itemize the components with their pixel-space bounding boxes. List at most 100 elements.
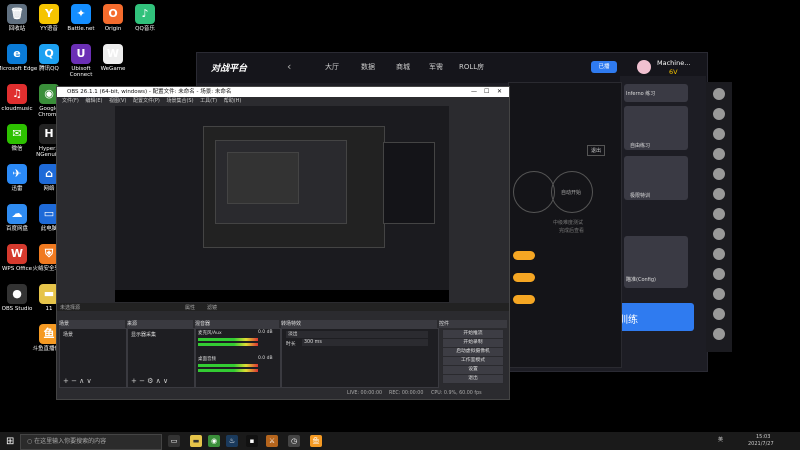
exit-button[interactable]: 退出	[442, 374, 504, 384]
controls-dock-header: 控件	[439, 320, 507, 328]
nested-tool-window	[383, 142, 435, 224]
obs-statusbar: LIVE: 00:00:00 REC: 00:00:00 CPU: 0.9%, …	[57, 389, 509, 399]
obs-preview[interactable]	[115, 106, 449, 302]
mixer-desktop-db: 0.0 dB	[258, 356, 273, 361]
broadcast-button[interactable]: 已播	[591, 61, 617, 73]
menu-view[interactable]: 视图(V)	[109, 98, 126, 104]
desktop-icon-label: QQ音乐	[135, 26, 155, 32]
mixer-desktop-label: 桌面音频	[198, 357, 216, 362]
nav-hall[interactable]: 大厅	[325, 62, 339, 72]
app-icon: ✦	[71, 4, 91, 24]
menu-file[interactable]: 文件(F)	[62, 98, 79, 104]
friend-avatar[interactable]	[713, 308, 725, 320]
friend-avatar[interactable]	[713, 248, 725, 260]
app-icon: ☁	[7, 204, 27, 224]
task-view-icon[interactable]: ▭	[168, 435, 180, 447]
transitions-dock: 淡出 时长 300 ms	[281, 328, 439, 388]
desktop-icon[interactable]: ♪ QQ音乐	[124, 4, 166, 32]
desktop-icon-label: WeGame	[100, 66, 126, 72]
chrome-icon[interactable]: ◉	[208, 435, 220, 447]
language-indicator[interactable]: 英	[718, 436, 723, 443]
rec-status: REC: 00:00:00	[389, 391, 424, 396]
tool-window[interactable]: 自动开始 中级难度测试 完成后查看 退出	[508, 82, 622, 368]
app-icon: 🗑	[7, 4, 27, 24]
sources-dock: 显示器采集 + − ⚙ ∧ ∨	[127, 328, 195, 388]
exit-button[interactable]: 退出	[587, 145, 606, 156]
option-pill[interactable]	[513, 251, 535, 260]
option-pill[interactable]	[513, 273, 535, 282]
game-icon[interactable]: ⚔	[266, 435, 278, 447]
game-logo[interactable]: 对战平台	[211, 61, 247, 74]
friend-avatar[interactable]	[713, 228, 725, 240]
mode-circle-left[interactable]	[513, 171, 555, 213]
clock-date[interactable]: 2021/7/27	[748, 441, 774, 447]
taskbar: ⊞ ○ 在这里输入你要搜索的内容 ▭ ▬ ◉ ♨ ▪ ⚔ ◷ 鱼 英 15:03…	[0, 432, 800, 450]
friend-avatar[interactable]	[713, 288, 725, 300]
friend-avatar-column	[706, 82, 732, 352]
nav-roll[interactable]: ROLL房	[459, 62, 484, 72]
mode-label: 自动开始	[561, 190, 582, 196]
menu-help[interactable]: 帮助(H)	[224, 98, 242, 104]
app-icon[interactable]: ▪	[246, 435, 258, 447]
desktop-meter	[198, 364, 258, 367]
friend-avatar[interactable]	[713, 268, 725, 280]
scene-item[interactable]: 场景	[60, 329, 126, 340]
desktop-icon[interactable]: W WeGame	[92, 44, 134, 72]
back-icon[interactable]: ‹	[287, 60, 291, 73]
clock-app-icon[interactable]: ◷	[288, 435, 300, 447]
friend-avatar[interactable]	[713, 128, 725, 140]
app-icon: W	[7, 244, 27, 264]
app-icon: Y	[39, 4, 59, 24]
douyu-icon[interactable]: 鱼	[310, 435, 322, 447]
app-icon: ✈	[7, 164, 27, 184]
avatar[interactable]	[637, 60, 651, 74]
obs-window[interactable]: OBS 26.1.1 (64-bit, windows) - 配置文件: 未命名…	[56, 86, 510, 400]
option-pill[interactable]	[513, 295, 535, 304]
scene-controls[interactable]: + − ∧ ∨	[63, 377, 92, 385]
transitions-dock-header: 转场特效	[281, 320, 437, 328]
menu-edit[interactable]: 编辑(E)	[85, 98, 102, 104]
friend-avatar[interactable]	[713, 328, 725, 340]
source-controls[interactable]: + − ⚙ ∧ ∨	[131, 377, 168, 385]
taskbar-search[interactable]: ○ 在这里输入你要搜索的内容	[20, 434, 162, 450]
nested-capture-3	[227, 152, 299, 204]
menu-profile[interactable]: 配置文件(P)	[133, 98, 160, 104]
mic-meter	[198, 343, 258, 346]
scenes-dock-header: 场景	[59, 320, 125, 328]
filters-button[interactable]: 滤镜	[207, 304, 217, 311]
nav-supplies[interactable]: 军需	[429, 62, 443, 72]
mixer-dock: 麦克风/Aux 0.0 dB 桌面音频 0.0 dB	[195, 328, 281, 388]
obs-titlebar[interactable]: OBS 26.1.1 (64-bit, windows) - 配置文件: 未命名…	[57, 87, 509, 97]
tool-note-2: 完成后查看	[559, 228, 585, 234]
cpu-status: CPU: 0.9%, 60.00 fps	[431, 391, 482, 396]
app-icon: ♪	[135, 4, 155, 24]
friend-avatar[interactable]	[713, 208, 725, 220]
app-icon: Q	[39, 44, 59, 64]
card-aim-label: 瞄准(Config)	[626, 277, 656, 283]
steam-icon[interactable]: ♨	[226, 435, 238, 447]
username[interactable]: Machine...	[657, 59, 690, 67]
friend-avatar[interactable]	[713, 148, 725, 160]
search-icon: ○	[27, 438, 33, 445]
close-icon[interactable]: ✕	[497, 87, 502, 97]
transition-select[interactable]: 淡出	[286, 331, 428, 338]
maximize-icon[interactable]: ☐	[484, 87, 489, 97]
menu-scene-collection[interactable]: 场景集合(S)	[166, 98, 193, 104]
menu-tools[interactable]: 工具(T)	[200, 98, 217, 104]
friend-avatar[interactable]	[713, 188, 725, 200]
source-item[interactable]: 显示器采集	[128, 329, 194, 340]
friend-avatar[interactable]	[713, 168, 725, 180]
properties-button[interactable]: 属性	[185, 304, 195, 311]
obs-menubar: 文件(F) 编辑(E) 视图(V) 配置文件(P) 场景集合(S) 工具(T) …	[57, 97, 509, 106]
app-icon: ✉	[7, 124, 27, 144]
friend-avatar[interactable]	[713, 88, 725, 100]
start-icon[interactable]: ⊞	[6, 436, 14, 447]
file-explorer-icon[interactable]: ▬	[190, 435, 202, 447]
friend-avatar[interactable]	[713, 108, 725, 120]
no-source-label: 未选择源	[60, 305, 81, 311]
nav-data[interactable]: 数据	[361, 62, 375, 72]
nav-store[interactable]: 商城	[396, 62, 410, 72]
minimize-icon[interactable]: —	[471, 87, 477, 97]
duration-input[interactable]: 300 ms	[302, 339, 428, 346]
clock-time[interactable]: 15:03	[756, 434, 770, 440]
